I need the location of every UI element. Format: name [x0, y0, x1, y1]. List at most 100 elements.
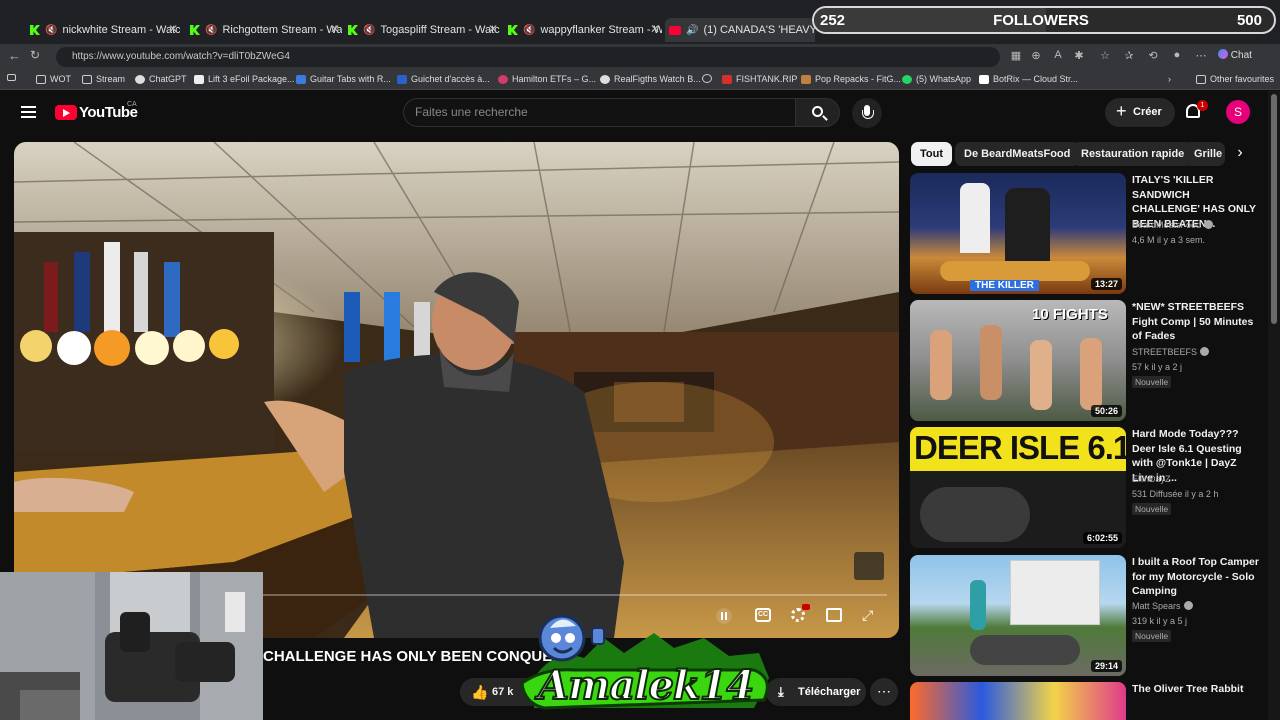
youtube-logo-icon[interactable] [55, 105, 77, 120]
video-title[interactable]: I built a Roof Top Camper for my Motorcy… [1132, 555, 1260, 599]
download-button[interactable]: ⤓ Télécharger [766, 678, 866, 706]
site-icon [397, 74, 407, 84]
channel-label: STREETBEEFS [1132, 347, 1198, 357]
video-player[interactable]: CC ⤢ [14, 142, 899, 638]
chip-fast-food[interactable]: Restauration rapide [1072, 142, 1194, 166]
channel-name[interactable]: EllinDayZ [1132, 474, 1171, 484]
close-tab-icon[interactable]: ✕ [330, 22, 340, 36]
browser-tab[interactable]: 🔇 wappyflanker Stream - Watch Live ✕ [508, 18, 662, 42]
create-button[interactable]: Créer [1105, 97, 1175, 127]
browser-tab[interactable]: 🔇 nickwhite Stream - Watch Live ✕ [30, 18, 180, 42]
address-bar-row: ← ↻ https://www.youtube.com/watch?v=dliT… [0, 44, 1280, 70]
channel-name[interactable]: BeardMeatsFood [1132, 220, 1214, 230]
favorite-star-icon[interactable]: ☆ [1098, 49, 1112, 63]
browser-tab[interactable]: 🔇 Togaspliff Stream - Watch Live ✕ [348, 18, 500, 42]
close-tab-icon[interactable]: ✕ [650, 22, 660, 36]
chevron-right-icon[interactable]: › [1226, 142, 1254, 166]
bookmark-stream[interactable]: Stream [82, 74, 125, 84]
bookmarks-menu-icon[interactable] [7, 74, 20, 81]
video-frame [14, 142, 899, 638]
zoom-icon[interactable]: ⊕ [1029, 49, 1043, 63]
fullscreen-icon[interactable]: ⤢ [862, 608, 878, 622]
bookmark-label: BotRix — Cloud Str... [993, 74, 1079, 84]
hamburger-menu-icon[interactable] [21, 106, 36, 118]
site-icon [801, 74, 811, 84]
copilot-chat-button[interactable]: Chat [1218, 49, 1252, 61]
reload-icon[interactable]: ↻ [30, 48, 40, 62]
bookmark-botrix[interactable]: BotRix — Cloud Str... [979, 74, 1078, 84]
chip-beardmeatsfood[interactable]: De BeardMeatsFood [955, 142, 1080, 166]
muted-speaker-icon[interactable]: 🔇 [363, 25, 375, 36]
more-actions-button[interactable]: ⋯ [870, 678, 898, 706]
bookmark-fishtank[interactable]: FISHTANK.RIP [722, 74, 797, 84]
miniplayer-icon[interactable] [826, 608, 842, 622]
whatsapp-icon [902, 74, 912, 84]
webcam-overlay [0, 572, 263, 720]
bookmark-globe[interactable] [702, 74, 716, 83]
video-duration: 50:26 [1090, 405, 1122, 417]
bookmark-label: ChatGPT [149, 74, 187, 84]
search-button[interactable] [795, 98, 840, 127]
profile-icon[interactable]: ● [1170, 49, 1184, 63]
bookmark-whatsapp[interactable]: (5) WhatsApp [902, 74, 971, 84]
chevron-right-icon[interactable]: › [1168, 74, 1171, 84]
scrollbar-thumb[interactable] [1271, 94, 1277, 324]
channel-name[interactable]: Matt Spears [1132, 601, 1193, 611]
close-tab-icon[interactable]: ✕ [488, 22, 498, 36]
url-field[interactable]: https://www.youtube.com/watch?v=dliT0bZW… [56, 47, 1000, 67]
tab-title: nickwhite Stream - Watch Live [62, 24, 180, 36]
settings-gear-icon[interactable] [791, 608, 805, 622]
avatar[interactable]: S [1226, 100, 1250, 124]
more-menu-icon[interactable]: ⋯ [1194, 49, 1208, 63]
chip-all[interactable]: Tout [911, 142, 953, 166]
bookmark-chatgpt[interactable]: ChatGPT [135, 74, 187, 84]
create-label: Créer [1133, 106, 1162, 118]
muted-speaker-icon[interactable]: 🔇 [205, 25, 217, 36]
muted-speaker-icon[interactable]: 🔇 [523, 25, 535, 36]
back-arrow-icon[interactable]: ← [8, 48, 21, 63]
browser-tab-active[interactable]: 🔊 (1) CANADA'S 'HEAVYWEIGHT' [665, 18, 815, 42]
tab-title: Togaspliff Stream - Watch Live [380, 24, 500, 36]
bookmark-lift[interactable]: Lift 3 eFoil Package... [194, 74, 295, 84]
video-title[interactable]: The Oliver Tree Rabbit [1132, 682, 1260, 697]
bookmark-guichet[interactable]: Guichet d'accès à... [397, 74, 490, 84]
kick-icon [30, 25, 40, 35]
read-aloud-icon[interactable]: A [1051, 49, 1065, 63]
bookmark-label: Other favourites [1210, 74, 1275, 84]
video-duration: 29:14 [1090, 660, 1122, 672]
bookmark-hamilton[interactable]: Hamilton ETFs – G... [498, 74, 596, 84]
video-thumbnail[interactable]: 29:14 [910, 555, 1126, 676]
search-input[interactable]: Faites une recherche [403, 98, 796, 127]
site-icon [296, 74, 306, 84]
bookmark-label: Pop Repacks - FitG... [815, 74, 902, 84]
bookmark-pop-repacks[interactable]: Pop Repacks - FitG... [801, 74, 901, 84]
history-icon[interactable]: ⟲ [1146, 49, 1160, 63]
extensions-icon[interactable]: ✱ [1072, 49, 1086, 63]
folder-icon [1196, 74, 1206, 84]
thumbs-up-icon: 👍 [471, 684, 489, 700]
chip-grill[interactable]: Grille [1185, 142, 1225, 166]
video-thumbnail[interactable]: 10 FIGHTS 50:26 [910, 300, 1126, 421]
bookmark-label: WOT [50, 74, 71, 84]
video-title[interactable]: *NEW* STREETBEEFS Fight Comp | 50 Minute… [1132, 300, 1260, 344]
video-thumbnail[interactable] [910, 682, 1126, 720]
video-meta: 531 Diffusée il y a 2 h [1132, 489, 1219, 499]
bookmark-guitar-tabs[interactable]: Guitar Tabs with R... [296, 74, 391, 84]
voice-search-mic-icon[interactable] [852, 98, 882, 128]
bookmark-realfights[interactable]: RealFigths Watch B... [600, 74, 701, 84]
bookmark-label: Guichet d'accès à... [411, 74, 490, 84]
favorites-icon[interactable]: ✰ [1122, 49, 1136, 63]
video-thumbnail[interactable]: DEER ISLE 6.1 6:02:55 [910, 427, 1126, 548]
close-tab-icon[interactable]: ✕ [168, 22, 178, 36]
video-duration: 13:27 [1090, 278, 1122, 290]
muted-speaker-icon[interactable]: 🔇 [45, 25, 57, 36]
browser-tab[interactable]: 🔇 Richgottem Stream - Watch Live ✕ [190, 18, 342, 42]
channel-name[interactable]: STREETBEEFS [1132, 347, 1210, 357]
apps-icon[interactable]: ▦ [1009, 49, 1023, 63]
other-favourites[interactable]: Other favourites [1196, 74, 1274, 84]
video-thumbnail[interactable]: THE KILLER 13:27 [910, 173, 1126, 294]
followers-goal: 500 [1236, 11, 1262, 29]
bookmark-wot[interactable]: WOT [36, 74, 71, 84]
channel-label: BeardMeatsFood [1132, 220, 1202, 230]
speaker-icon[interactable]: 🔊 [686, 25, 698, 36]
